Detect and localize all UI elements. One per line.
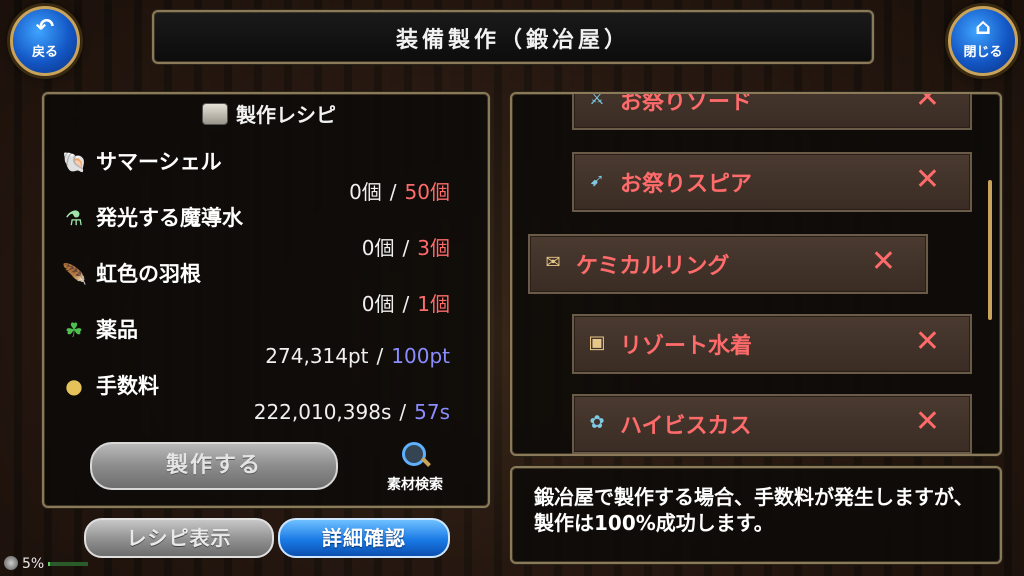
- recipe-panel: 製作レシピ 🐚 サマーシェル 0個 / 50個 ⚗ 発光する魔導水 0個 / 3個 🪶 …: [42, 92, 490, 508]
- recipe-title: 製作レシピ: [236, 103, 336, 127]
- scroll-icon: ✉: [545, 252, 561, 273]
- page-title: 装備製作（鍛冶屋）: [395, 28, 630, 53]
- material-need: 1個: [417, 292, 450, 316]
- material-have: 222,010,398s: [253, 400, 392, 424]
- status-progress-fill: [48, 562, 51, 566]
- material-row: ⚗ 発光する魔導水 0個 / 3個: [62, 202, 472, 261]
- unavailable-x-icon: ✕: [914, 324, 940, 359]
- item-name: ハイビスカス: [620, 414, 752, 439]
- list-item[interactable]: ⚔ お祭りソード ✕: [572, 92, 972, 130]
- material-count: 222,010,398s / 57s: [254, 400, 450, 424]
- material-name: 薬品: [96, 318, 138, 342]
- sword-icon: ⚔: [588, 92, 606, 109]
- material-need: 50個: [404, 180, 450, 204]
- close-label: 閉じる: [963, 45, 1003, 60]
- count-separator: /: [389, 180, 397, 204]
- item-name: ケミカルリング: [576, 254, 730, 279]
- material-count: 0個 / 50個: [349, 176, 450, 205]
- status-percent: 5%: [22, 556, 45, 572]
- count-separator: /: [399, 400, 407, 424]
- title-bar: 装備製作（鍛冶屋）: [152, 10, 874, 64]
- list-item[interactable]: ▣ リゾート水着 ✕: [572, 314, 972, 374]
- material-need: 3個: [417, 236, 450, 260]
- swimsuit-icon: ▣: [588, 332, 606, 353]
- count-separator: /: [402, 292, 410, 316]
- material-name: 発光する魔導水: [96, 206, 243, 230]
- count-separator: /: [376, 344, 384, 368]
- material-count: 274,314pt / 100pt: [265, 344, 450, 368]
- material-name: 手数料: [96, 374, 159, 398]
- feather-icon: 🪶: [62, 262, 87, 286]
- recipe-view-button[interactable]: レシピ表示: [84, 518, 274, 558]
- status-indicator: 5%: [4, 556, 89, 576]
- material-name: サマーシェル: [96, 150, 222, 174]
- flower-icon: ✿: [589, 412, 605, 433]
- detail-check-button[interactable]: 詳細確認: [278, 518, 450, 558]
- shell-icon: 🐚: [62, 150, 87, 174]
- material-search-label: 素材検索: [387, 477, 443, 493]
- material-search-button[interactable]: 素材検索: [370, 442, 460, 500]
- list-item[interactable]: ✿ ハイビスカス ✕: [572, 394, 972, 454]
- message-panel: 鍛冶屋で製作する場合、手数料が発生しますが、製作は100%成功します。: [510, 466, 1002, 564]
- material-row: ● 手数料 222,010,398s / 57s: [62, 370, 472, 426]
- unavailable-x-icon: ✕: [914, 162, 940, 197]
- make-button[interactable]: 製作する: [90, 442, 338, 490]
- count-separator: /: [402, 236, 410, 260]
- unavailable-x-icon: ✕: [914, 404, 940, 439]
- status-orb-icon: [4, 556, 18, 570]
- recipe-header: 製作レシピ: [154, 98, 384, 132]
- list-item[interactable]: ➹ お祭りスピア ✕: [572, 152, 972, 212]
- material-count: 0個 / 1個: [362, 288, 450, 317]
- info-message: 鍛冶屋で製作する場合、手数料が発生しますが、製作は100%成功します。: [534, 485, 974, 535]
- item-name: リゾート水着: [620, 334, 753, 359]
- material-need: 57s: [414, 400, 450, 424]
- magnifier-icon: [402, 442, 428, 468]
- list-scrollbar[interactable]: [988, 180, 992, 320]
- recipe-scroll-icon: [202, 103, 228, 125]
- material-row: 🐚 サマーシェル 0個 / 50個: [62, 146, 472, 205]
- home-icon: ⌂: [975, 15, 991, 40]
- material-count: 0個 / 3個: [362, 232, 450, 261]
- close-button[interactable]: ⌂ 閉じる: [948, 6, 1018, 76]
- material-row: ☘ 薬品 274,314pt / 100pt: [62, 314, 472, 370]
- material-have: 0個: [361, 236, 395, 260]
- herb-icon: ☘: [65, 318, 83, 342]
- material-need: 100pt: [391, 344, 450, 368]
- back-arrow-icon: ↶: [35, 15, 55, 40]
- coin-icon: ●: [65, 374, 83, 398]
- unavailable-x-icon: ✕: [870, 244, 896, 279]
- equipment-list[interactable]: ⚔ お祭りソード ✕ ➹ お祭りスピア ✕ ✉ ケミカルリング ✕ ▣ リゾート…: [510, 92, 1002, 456]
- back-label: 戻る: [31, 45, 58, 60]
- spear-icon: ➹: [589, 170, 605, 191]
- status-progress-bar: [48, 562, 89, 566]
- back-button[interactable]: ↶ 戻る: [10, 6, 80, 76]
- material-name: 虹色の羽根: [96, 262, 201, 286]
- potion-icon: ⚗: [65, 206, 83, 230]
- material-have: 0個: [361, 292, 395, 316]
- material-have: 274,314pt: [265, 344, 369, 368]
- item-name: お祭りソード: [620, 92, 753, 115]
- material-have: 0個: [349, 180, 382, 204]
- material-row: 🪶 虹色の羽根 0個 / 1個: [62, 258, 472, 317]
- item-name: お祭りスピア: [620, 172, 753, 197]
- unavailable-x-icon: ✕: [914, 92, 940, 115]
- list-item-selected[interactable]: ✉ ケミカルリング ✕: [528, 234, 928, 294]
